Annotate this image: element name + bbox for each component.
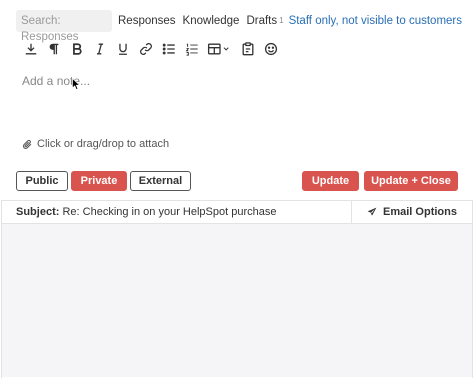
message-history-area xyxy=(2,224,472,377)
drafts-count-badge: 1 xyxy=(279,15,284,25)
email-options-label: Email Options xyxy=(383,206,457,218)
mouse-cursor-icon xyxy=(72,78,81,90)
attach-label: Click or drag/drop to attach xyxy=(37,138,170,150)
underline-icon[interactable] xyxy=(114,40,132,58)
responses-search-input[interactable]: Search: Responses xyxy=(16,10,112,43)
italic-icon[interactable] xyxy=(91,40,109,58)
paper-plane-icon xyxy=(367,207,377,216)
note-input[interactable] xyxy=(16,68,458,94)
subject-line: Subject: Re: Checking in on your HelpSpo… xyxy=(2,206,351,218)
subject-prefix: Subject: xyxy=(16,206,60,218)
subject-bar: Subject: Re: Checking in on your HelpSpo… xyxy=(2,200,472,224)
external-button[interactable]: External xyxy=(130,171,191,191)
tab-knowledge[interactable]: Knowledge xyxy=(183,10,240,32)
numbered-list-icon[interactable] xyxy=(183,40,201,58)
email-options-button[interactable]: Email Options xyxy=(351,201,472,223)
formatting-toolbar xyxy=(22,40,285,58)
paragraph-icon[interactable] xyxy=(45,40,63,58)
attach-area[interactable]: Click or drag/drop to attach xyxy=(22,138,169,150)
staff-only-notice: Staff only, not visible to customers xyxy=(288,15,462,27)
note-editor xyxy=(16,68,458,128)
tab-drafts-label: Drafts xyxy=(246,15,278,28)
bold-icon[interactable] xyxy=(68,40,86,58)
download-icon[interactable] xyxy=(22,40,40,58)
top-bar: Search: Responses Responses Knowledge Dr… xyxy=(16,10,462,43)
table-icon[interactable] xyxy=(206,40,234,58)
emoji-icon[interactable] xyxy=(262,40,280,58)
link-icon[interactable] xyxy=(137,40,155,58)
note-actions: Public Private External Update Update + … xyxy=(16,171,458,191)
tab-drafts[interactable]: Drafts 1 xyxy=(246,10,283,32)
public-button[interactable]: Public xyxy=(16,171,68,191)
tab-responses[interactable]: Responses xyxy=(118,10,176,32)
update-close-button[interactable]: Update + Close xyxy=(364,171,458,191)
bulleted-list-icon[interactable] xyxy=(160,40,178,58)
subject-text: Re: Checking in on your HelpSpot purchas… xyxy=(62,206,277,218)
frame-border-right xyxy=(472,200,473,378)
clipboard-icon[interactable] xyxy=(239,40,257,58)
paperclip-icon xyxy=(22,139,32,149)
update-button[interactable]: Update xyxy=(302,171,359,191)
private-button[interactable]: Private xyxy=(71,171,127,191)
